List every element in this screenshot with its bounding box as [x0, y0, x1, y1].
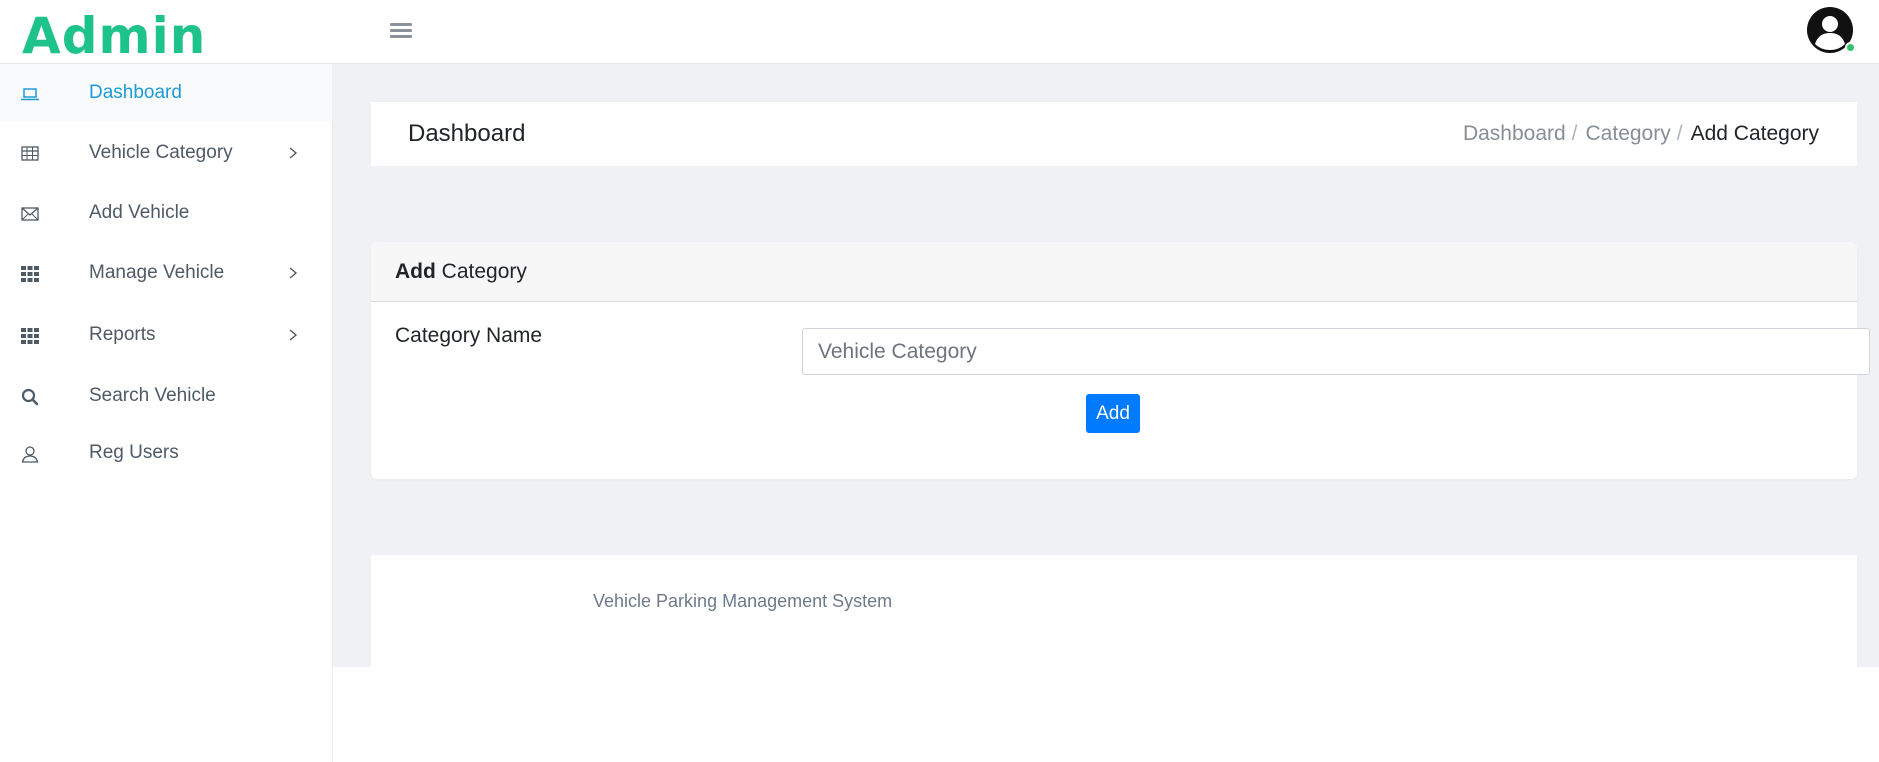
sidebar-item-label: Search Vehicle — [89, 385, 216, 406]
chevron-right-icon — [286, 266, 300, 280]
sidebar-item-label: Vehicle Category — [89, 142, 233, 163]
table-icon — [20, 144, 40, 164]
add-button[interactable]: Add — [1086, 394, 1140, 433]
sidebar: Dashboard Vehicle Category Add Vehicle M… — [0, 64, 333, 762]
chevron-right-icon — [286, 146, 300, 160]
breadcrumb-separator: / — [1571, 122, 1578, 145]
breadcrumb-dashboard[interactable]: Dashboard — [1463, 122, 1566, 145]
card-title-rest: Category — [435, 260, 527, 283]
sidebar-item-reports[interactable]: Reports — [0, 306, 332, 364]
category-name-input[interactable] — [802, 328, 1870, 375]
sidebar-item-label: Reg Users — [89, 442, 179, 463]
envelope-icon — [20, 204, 40, 224]
footer: Vehicle Parking Management System — [371, 555, 1857, 667]
hamburger-icon[interactable] — [390, 20, 412, 42]
grid-icon — [20, 264, 40, 284]
sidebar-item-add-vehicle[interactable]: Add Vehicle — [0, 184, 332, 242]
sidebar-item-reg-users[interactable]: Reg Users — [0, 424, 332, 482]
add-category-card: Add Category Category Name Add — [371, 242, 1870, 479]
breadcrumb-category[interactable]: Category — [1586, 122, 1671, 145]
sidebar-item-label: Dashboard — [89, 82, 182, 103]
category-name-label: Category Name — [395, 324, 543, 347]
sidebar-item-manage-vehicle[interactable]: Manage Vehicle — [0, 244, 332, 302]
chevron-right-icon — [286, 328, 300, 342]
user-avatar-icon[interactable] — [1806, 6, 1856, 54]
main-content: Dashboard Dashboard / Category / Add Categor… — [333, 64, 1879, 667]
user-icon — [20, 444, 40, 464]
top-header: Admin — [0, 0, 1879, 65]
sidebar-item-dashboard[interactable]: Dashboard — [0, 64, 332, 122]
laptop-icon — [20, 84, 40, 104]
sidebar-item-label: Manage Vehicle — [89, 262, 225, 283]
sidebar-item-vehicle-category[interactable]: Vehicle Category — [0, 124, 332, 182]
card-title-bold: Add — [395, 260, 436, 283]
sidebar-item-label: Reports — [89, 324, 156, 345]
footer-text: Vehicle Parking Management System — [593, 591, 893, 611]
page-title: Dashboard — [408, 120, 526, 147]
page-header: Dashboard Dashboard / Category / Add Categor… — [371, 102, 1857, 166]
breadcrumb-separator: / — [1676, 122, 1683, 145]
card-title: Add Category — [395, 242, 527, 302]
card-header: Add Category — [371, 242, 1857, 302]
sidebar-item-label: Add Vehicle — [89, 202, 190, 223]
breadcrumb-current: Add Category — [1690, 122, 1819, 145]
sidebar-item-search-vehicle[interactable]: Search Vehicle — [0, 367, 332, 425]
brand-logo[interactable]: Admin — [22, 4, 206, 68]
breadcrumb: Dashboard / Category / Add Category — [1463, 102, 1819, 166]
grid-icon — [20, 326, 40, 346]
search-icon — [20, 387, 40, 407]
online-status-dot — [1845, 42, 1856, 53]
